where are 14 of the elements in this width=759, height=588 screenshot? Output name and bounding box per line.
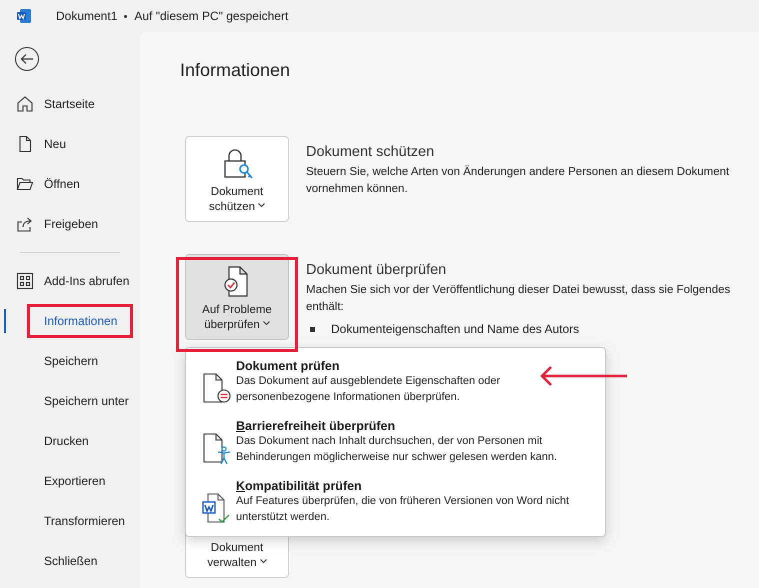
menu-item-description: Das Dokument auf ausgeblendete Eigenschaften oder personenbezogene Informationen überprüfen. [236, 374, 502, 404]
menu-item-title: Dokument prüfen [236, 358, 340, 374]
section-description: Machen Sie sich vor der Veröffentlichung dieser Datei bewusst, dass sie Folgendes enthält: [306, 283, 732, 315]
menu-item-title: Kompatibilität prüfen [236, 478, 363, 494]
menu-item-title: Barrierefreiheit überprüfen [236, 418, 396, 434]
section-heading: Dokument überprüfen [306, 261, 448, 280]
window-title: Dokument1 [56, 8, 118, 25]
menu-item-description: Auf Features überprüfen, die von früheren Versionen von Word nicht unterstützt werden. [236, 494, 570, 524]
menu-item-description: Das Dokument nach Inhalt durchsuchen, der von Personen mit Behinderungen möglicherweise nur schwer gelesen werden kann. [236, 434, 558, 464]
section-description: Steuern Sie, welche Arten von Änderungen andere Personen an diesem Dokument vornehmen können. [306, 164, 730, 197]
bullet-text: Dokumenteigenschaften und Name des Autors [331, 321, 580, 338]
page-title: Informationen [180, 59, 292, 82]
save-status: Auf "diesem PC" gespeichert [134, 8, 288, 25]
section-heading: Dokument schützen [306, 143, 436, 162]
